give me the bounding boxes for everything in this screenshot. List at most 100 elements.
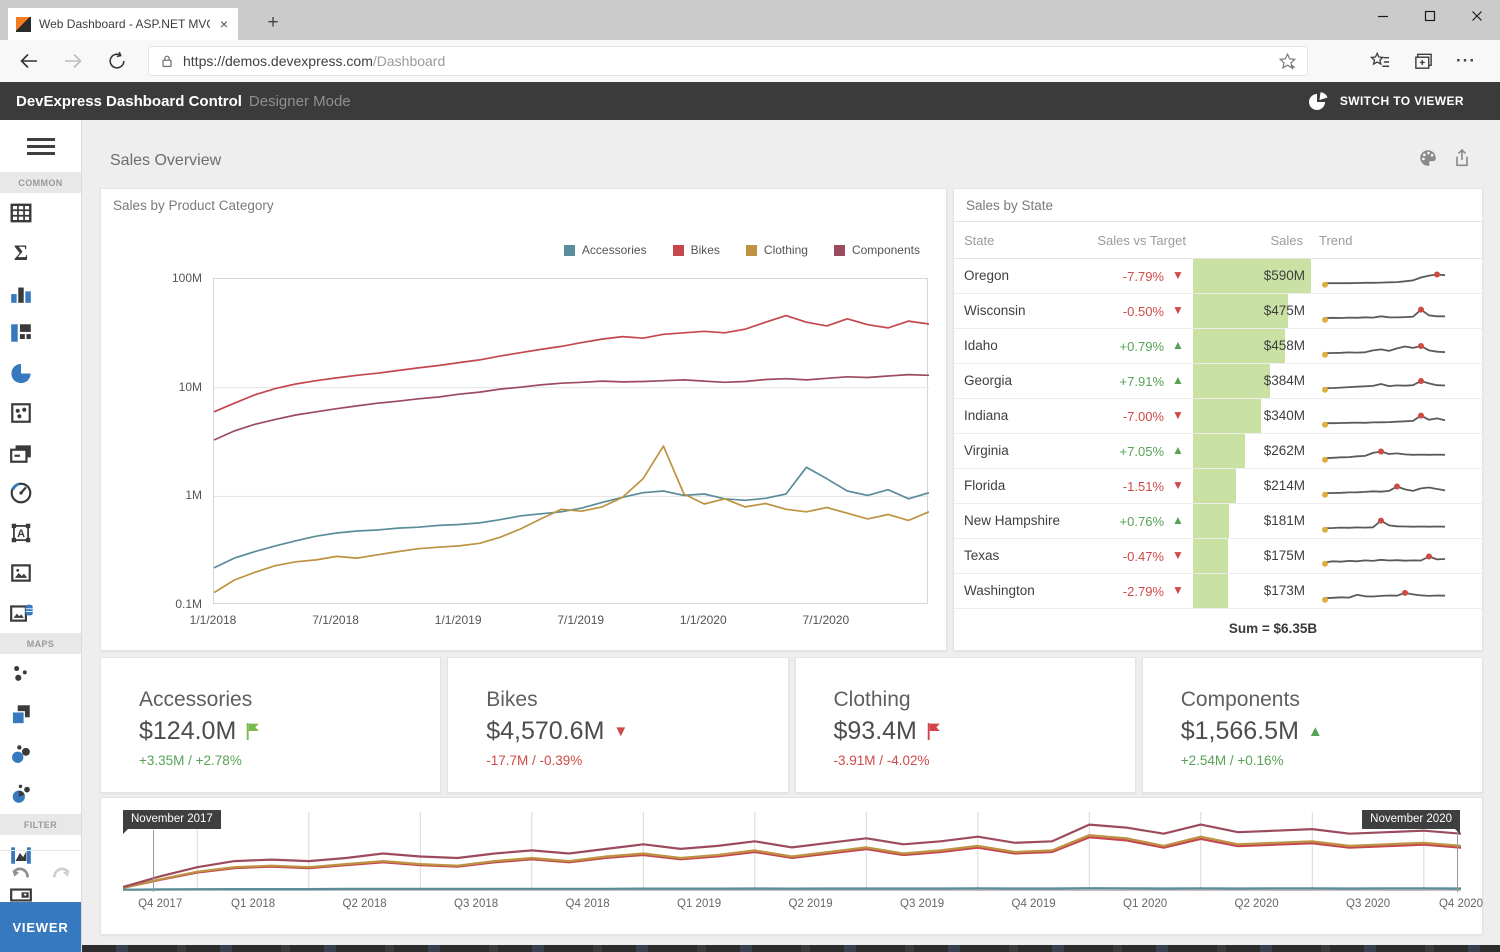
toolbox-sidebar: COMMONΣAMAPSFILTERLAYOUTCUSTOM ITEMS VIE… bbox=[0, 120, 82, 952]
triangle-down-icon: ▼ bbox=[1168, 408, 1188, 422]
table-row[interactable]: Washington-2.79%▼$173M bbox=[954, 574, 1482, 609]
redo-icon[interactable] bbox=[48, 861, 74, 885]
toolbox-item-choropleth-map[interactable] bbox=[0, 694, 41, 734]
undo-icon[interactable] bbox=[8, 861, 34, 885]
range-x-tick: Q3 2019 bbox=[900, 898, 944, 910]
kpi-value-text: $93.4M bbox=[834, 717, 917, 746]
toolbox-section-label: MAPS bbox=[0, 633, 81, 654]
toolbox-item-treemap[interactable] bbox=[0, 313, 41, 353]
panel-title: Sales by State bbox=[966, 198, 1053, 213]
geo-point-map-icon bbox=[9, 662, 33, 686]
cell-sales-vs-target: -0.50% bbox=[1123, 304, 1164, 319]
toolbox-item-image[interactable] bbox=[0, 553, 41, 593]
range-start-badge[interactable]: November 2017 bbox=[123, 810, 221, 829]
range-filter-panel[interactable]: November 2017 November 2020 Q4 2017Q1 20… bbox=[100, 797, 1483, 935]
kpi-cards-row: Accessories$124.0M+3.35M / +2.78%Bikes$4… bbox=[100, 657, 1483, 793]
legend-item-bikes[interactable]: Bikes bbox=[673, 243, 720, 257]
toolbox-item-bubble-map[interactable] bbox=[0, 734, 41, 774]
cell-sales-vs-target: -0.47% bbox=[1123, 549, 1164, 564]
range-end-badge[interactable]: November 2020 bbox=[1362, 810, 1460, 829]
toolbox-item-pivot-grid[interactable] bbox=[0, 193, 41, 233]
y-axis-tick: 10M bbox=[107, 380, 202, 394]
table-row[interactable]: Wisconsin-0.50%▼$475M bbox=[954, 294, 1482, 329]
table-header: State Sales vs Target Sales Trend bbox=[954, 222, 1482, 259]
forward-arrow-icon[interactable] bbox=[56, 44, 90, 78]
refresh-icon[interactable] bbox=[100, 44, 134, 78]
cell-sales: $262M bbox=[1193, 443, 1305, 458]
new-tab-button[interactable]: + bbox=[258, 8, 288, 38]
toolbox-item-bound-image[interactable] bbox=[0, 593, 41, 633]
range-x-tick: Q3 2020 bbox=[1346, 898, 1390, 910]
range-end-handle[interactable] bbox=[1457, 830, 1458, 892]
trend-sparkline bbox=[1319, 438, 1451, 465]
table-row[interactable]: Georgia+7.91%▲$384M bbox=[954, 364, 1482, 399]
triangle-down-icon: ▼ bbox=[1168, 268, 1188, 282]
cell-state: Virginia bbox=[964, 443, 1009, 458]
favorites-bar-icon[interactable] bbox=[1370, 51, 1391, 72]
toolbox-item-gauge[interactable] bbox=[0, 473, 41, 513]
switch-to-viewer-button[interactable]: SWITCH TO VIEWER bbox=[1306, 90, 1464, 112]
minimize-icon[interactable] bbox=[1359, 0, 1406, 31]
toolbox-item-geo-point-map[interactable] bbox=[0, 654, 41, 694]
legend-item-components[interactable]: Components bbox=[834, 243, 920, 257]
lock-icon bbox=[159, 52, 175, 70]
viewer-button[interactable]: VIEWER bbox=[0, 902, 81, 952]
toolbox-item-text-box[interactable]: A bbox=[0, 513, 41, 553]
kpi-card-components[interactable]: Components$1,566.5M▲+2.54M / +0.16% bbox=[1142, 657, 1483, 793]
close-icon[interactable] bbox=[1453, 0, 1500, 31]
url-field[interactable]: https://demos.devexpress.com/Dashboard bbox=[148, 46, 1308, 76]
add-favorite-icon[interactable] bbox=[1278, 52, 1297, 71]
pie-map-icon bbox=[9, 782, 33, 806]
flag-bad-icon bbox=[926, 722, 943, 741]
table-row[interactable]: Oregon-7.79%▼$590M bbox=[954, 259, 1482, 294]
cell-sales: $384M bbox=[1193, 373, 1305, 388]
back-arrow-icon[interactable] bbox=[12, 44, 46, 78]
cell-sales: $458M bbox=[1193, 338, 1305, 353]
table-row[interactable]: Florida-1.51%▼$214M bbox=[954, 469, 1482, 504]
export-icon[interactable] bbox=[1452, 148, 1472, 168]
tab-close-icon[interactable]: × bbox=[218, 16, 230, 32]
table-row[interactable]: Idaho+0.79%▲$458M bbox=[954, 329, 1482, 364]
kpi-card-delta: -17.7M / -0.39% bbox=[486, 753, 787, 768]
range-start-handle[interactable] bbox=[153, 830, 154, 892]
trend-sparkline bbox=[1319, 298, 1451, 325]
toolbox-item-sum[interactable]: Σ bbox=[0, 233, 41, 273]
toolbox-menu-button[interactable] bbox=[0, 120, 81, 172]
y-axis-tick: 1M bbox=[107, 488, 202, 502]
sales-by-category-panel[interactable]: Sales by Product Category AccessoriesBik… bbox=[100, 188, 947, 651]
range-x-tick: Q4 2017 bbox=[138, 898, 182, 910]
legend-item-accessories[interactable]: Accessories bbox=[564, 243, 647, 257]
maximize-icon[interactable] bbox=[1406, 0, 1453, 31]
more-menu-icon[interactable]: ··· bbox=[1456, 51, 1476, 71]
cell-state: Indiana bbox=[964, 408, 1008, 423]
table-row[interactable]: Texas-0.47%▼$175M bbox=[954, 539, 1482, 574]
trend-sparkline bbox=[1319, 473, 1451, 500]
toolbox-item-pie-map[interactable] bbox=[0, 774, 41, 814]
sales-by-state-panel[interactable]: Sales by State State Sales vs Target Sal… bbox=[953, 188, 1483, 651]
table-row[interactable]: New Hampshire+0.76%▲$181M bbox=[954, 504, 1482, 539]
kpi-card-bikes[interactable]: Bikes$4,570.6M▼-17.7M / -0.39% bbox=[447, 657, 788, 793]
color-scheme-icon[interactable] bbox=[1418, 148, 1438, 168]
legend-label: Components bbox=[852, 243, 920, 257]
range-x-tick: Q4 2018 bbox=[566, 898, 610, 910]
kpi-card-value: $4,570.6M▼ bbox=[486, 717, 787, 746]
toolbox-item-scatter-chart[interactable] bbox=[0, 393, 41, 433]
browser-tab[interactable]: Web Dashboard - ASP.NET MVC × bbox=[8, 8, 238, 40]
toolbox-item-cards[interactable] bbox=[0, 433, 41, 473]
cell-sales: $173M bbox=[1193, 583, 1305, 598]
kpi-card-accessories[interactable]: Accessories$124.0M+3.35M / +2.78% bbox=[100, 657, 441, 793]
pivot-grid-icon bbox=[9, 201, 33, 225]
collections-icon[interactable] bbox=[1413, 51, 1434, 72]
table-row[interactable]: Virginia+7.05%▲$262M bbox=[954, 434, 1482, 469]
kpi-card-delta: +2.54M / +0.16% bbox=[1181, 753, 1482, 768]
legend-swatch-icon bbox=[834, 245, 845, 256]
legend-item-clothing[interactable]: Clothing bbox=[746, 243, 808, 257]
table-row[interactable]: Indiana-7.00%▼$340M bbox=[954, 399, 1482, 434]
kpi-card-clothing[interactable]: Clothing$93.4M-3.91M / -4.02% bbox=[795, 657, 1136, 793]
toolbox-section-items bbox=[0, 654, 81, 814]
toolbox-item-chart-bar[interactable] bbox=[0, 273, 41, 313]
x-axis-tick: 1/1/2018 bbox=[190, 613, 237, 627]
triangle-down-icon: ▼ bbox=[1168, 548, 1188, 562]
toolbox-item-pie-chart[interactable] bbox=[0, 353, 41, 393]
cell-state: Oregon bbox=[964, 268, 1009, 283]
